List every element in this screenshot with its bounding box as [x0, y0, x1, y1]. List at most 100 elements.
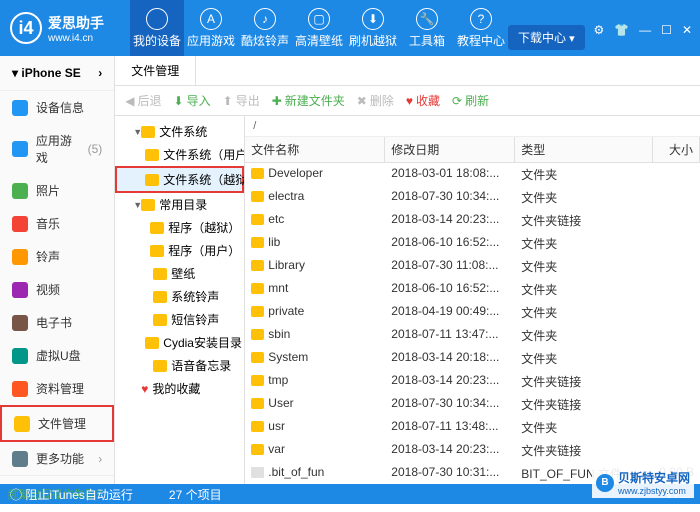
tree-item-3[interactable]: ▼常用目录 — [115, 193, 244, 216]
tree-item-11[interactable]: ♥我的收藏 — [115, 377, 244, 400]
sidebar-icon — [12, 141, 28, 157]
nav-item-3[interactable]: ▢高清壁纸 — [292, 0, 346, 56]
file-row[interactable]: electra2018-07-30 10:34:...文件夹 — [245, 186, 700, 209]
sidebar-icon — [12, 282, 28, 298]
skin-icon[interactable]: 👕 — [614, 23, 629, 37]
nav-item-6[interactable]: ?教程中心 — [454, 0, 508, 56]
folder-icon — [145, 337, 159, 349]
sidebar-item-0[interactable]: 设备信息 — [0, 91, 114, 124]
tree-item-7[interactable]: 系统铃声 — [115, 285, 244, 308]
folder-icon — [153, 268, 167, 280]
tree-item-9[interactable]: Cydia安装目录 — [115, 331, 244, 354]
export-button[interactable]: ⬆ 导出 — [223, 92, 260, 109]
sidebar-icon — [12, 451, 28, 467]
watermark-icon: B — [596, 474, 614, 492]
sidebar-icon — [12, 100, 28, 116]
file-row[interactable]: tmp2018-03-14 20:23:...文件夹链接 — [245, 370, 700, 393]
col-name[interactable]: 文件名称 — [245, 137, 385, 162]
folder-icon — [251, 329, 264, 340]
sidebar-icon — [14, 416, 30, 432]
header: i4 爱思助手 www.i4.cn 我的设备A应用游戏♪酷炫铃声▢高清壁纸⬇刷机… — [0, 0, 700, 56]
nav-item-1[interactable]: A应用游戏 — [184, 0, 238, 56]
nav-item-0[interactable]: 我的设备 — [130, 0, 184, 56]
nav-icon: 🔧 — [416, 8, 438, 30]
folder-icon — [251, 306, 264, 317]
nav-item-4[interactable]: ⬇刷机越狱 — [346, 0, 400, 56]
file-row[interactable]: sbin2018-07-11 13:47:...文件夹 — [245, 324, 700, 347]
sidebar-item-1[interactable]: 应用游戏(5) — [0, 124, 114, 174]
tree-item-10[interactable]: 语音备忘录 — [115, 354, 244, 377]
folder-tree: ▼文件系统文件系统（用户）文件系统（越狱）▼常用目录程序（越狱）程序（用户）壁纸… — [115, 116, 245, 484]
file-row[interactable]: Developer2018-03-01 18:08:...文件夹 — [245, 163, 700, 186]
tabs: 文件管理 — [115, 56, 700, 86]
file-row[interactable]: etc2018-03-14 20:23:...文件夹链接 — [245, 209, 700, 232]
col-size[interactable]: 大小 — [653, 137, 700, 162]
tree-item-0[interactable]: ▼文件系统 — [115, 120, 244, 143]
sidebar-icon — [12, 183, 28, 199]
sidebar-item-8[interactable]: 资料管理 — [0, 372, 114, 405]
file-row[interactable]: System2018-03-14 20:18:...文件夹 — [245, 347, 700, 370]
settings-icon[interactable]: ⚙ — [593, 23, 604, 37]
nav-icon — [146, 8, 168, 30]
device-header[interactable]: ▾ iPhone SE › — [0, 56, 114, 91]
tree-item-1[interactable]: 文件系统（用户） — [115, 143, 244, 166]
maximize-icon[interactable]: ☐ — [661, 23, 672, 37]
folder-icon — [251, 168, 264, 179]
item-count: 27 个项目 — [169, 486, 222, 503]
nav-icon: A — [200, 8, 222, 30]
nav-icon: ♪ — [254, 8, 276, 30]
back-button[interactable]: ◀ 后退 — [125, 92, 161, 109]
nav-icon: ⬇ — [362, 8, 384, 30]
download-center-button[interactable]: 下载中心 ▾ — [508, 25, 585, 50]
sidebar-item-5[interactable]: 视频 — [0, 273, 114, 306]
file-row[interactable]: lib2018-06-10 16:52:...文件夹 — [245, 232, 700, 255]
nav-item-2[interactable]: ♪酷炫铃声 — [238, 0, 292, 56]
folder-icon — [145, 149, 159, 161]
sidebar-item-2[interactable]: 照片 — [0, 174, 114, 207]
sidebar-item-4[interactable]: 铃声 — [0, 240, 114, 273]
logo-icon: i4 — [10, 12, 42, 44]
import-button[interactable]: ⬇ 导入 — [174, 92, 211, 109]
top-nav: 我的设备A应用游戏♪酷炫铃声▢高清壁纸⬇刷机越狱🔧工具箱?教程中心 — [130, 0, 508, 56]
tree-item-4[interactable]: 程序（越狱） — [115, 216, 244, 239]
folder-icon — [251, 260, 264, 271]
file-row[interactable]: Library2018-07-30 11:08:...文件夹 — [245, 255, 700, 278]
sidebar-item-6[interactable]: 电子书 — [0, 306, 114, 339]
sidebar-icon — [12, 381, 28, 397]
file-row[interactable]: usr2018-07-11 13:48:...文件夹 — [245, 416, 700, 439]
tree-item-5[interactable]: 程序（用户） — [115, 239, 244, 262]
tree-item-8[interactable]: 短信铃声 — [115, 308, 244, 331]
app-name: 爱思助手 — [48, 15, 104, 31]
refresh-button[interactable]: ⟳ 刷新 — [452, 92, 489, 109]
close-icon[interactable]: ✕ — [682, 23, 692, 37]
itunes-block-toggle[interactable]: ◯ 阻止iTunes自动运行 — [10, 486, 133, 503]
heart-icon: ♥ — [141, 382, 148, 396]
nav-item-5[interactable]: 🔧工具箱 — [400, 0, 454, 56]
nav-icon: ? — [470, 8, 492, 30]
delete-button[interactable]: ✖ 删除 — [357, 92, 394, 109]
sidebar-item-7[interactable]: 虚拟U盘 — [0, 339, 114, 372]
minimize-icon[interactable]: — — [639, 23, 651, 37]
tab-file-manage[interactable]: 文件管理 — [115, 56, 196, 85]
sidebar-item-9[interactable]: 文件管理 — [0, 405, 114, 442]
sidebar-item-3[interactable]: 音乐 — [0, 207, 114, 240]
sidebar-icon — [12, 249, 28, 265]
col-date[interactable]: 修改日期 — [385, 137, 515, 162]
file-row[interactable]: mnt2018-06-10 16:52:...文件夹 — [245, 278, 700, 301]
sidebar: ▾ iPhone SE › 设备信息应用游戏(5)照片音乐铃声视频电子书虚拟U盘… — [0, 56, 115, 484]
new-folder-button[interactable]: ✚ 新建文件夹 — [272, 92, 345, 109]
logo: i4 爱思助手 www.i4.cn — [0, 12, 130, 44]
file-row[interactable]: var2018-03-14 20:23:...文件夹链接 — [245, 439, 700, 462]
col-type[interactable]: 类型 — [515, 137, 653, 162]
folder-icon — [141, 126, 155, 138]
folder-icon — [251, 375, 264, 386]
file-row[interactable]: private2018-04-19 00:49:...文件夹 — [245, 301, 700, 324]
path-bar[interactable]: / — [245, 116, 700, 137]
tree-item-2[interactable]: 文件系统（越狱） — [115, 166, 244, 193]
file-row[interactable]: User2018-07-30 10:34:...文件夹链接 — [245, 393, 700, 416]
sidebar-item-10[interactable]: 更多功能 › — [0, 442, 114, 475]
folder-icon — [251, 214, 264, 225]
file-header: 文件名称 修改日期 类型 大小 — [245, 137, 700, 163]
favorite-button[interactable]: ♥ 收藏 — [406, 92, 440, 109]
tree-item-6[interactable]: 壁纸 — [115, 262, 244, 285]
